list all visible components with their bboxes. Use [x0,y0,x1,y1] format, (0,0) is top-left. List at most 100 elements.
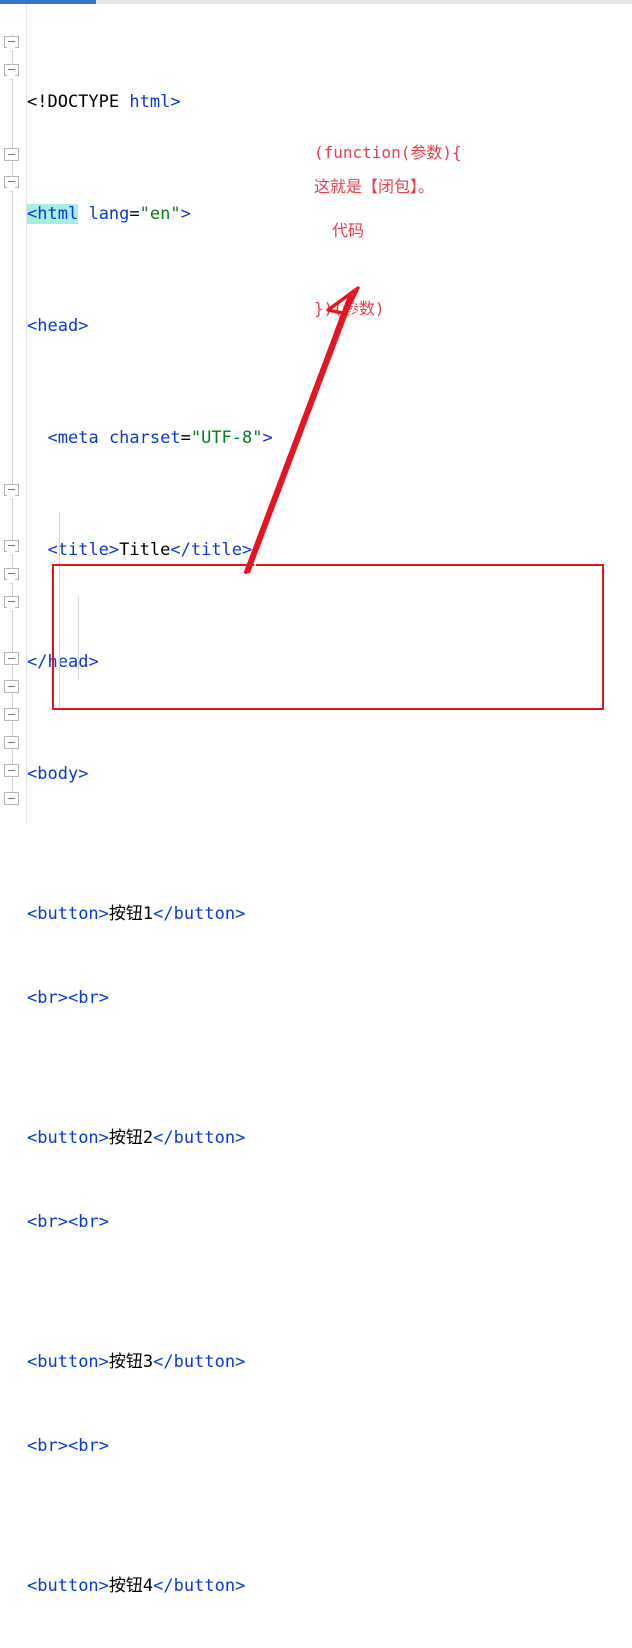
button1-close-end: > [235,904,246,924]
head-open-bracket: < [27,316,38,336]
br2-tag-name: br [78,1436,99,1456]
meta-open-bracket: < [47,428,58,448]
button2-open-close: > [98,1128,109,1148]
annotation-iife-line-3: })(参数) [314,299,385,318]
title-close-tag-name: title [190,540,243,560]
editor-gutter[interactable] [0,4,27,824]
code-line-br-3[interactable]: <br><br> [27,1432,632,1460]
code-line-meta[interactable]: <meta charset="UTF-8"> [27,424,632,452]
html-open-bracket: < [27,204,38,224]
button3-close-end: > [235,1352,246,1372]
fold-marker-listener-close[interactable] [4,652,21,669]
fold-marker-iife[interactable] [4,568,21,585]
title-close-bracket: </ [170,540,191,560]
fold-marker-html[interactable] [4,36,21,53]
title-text: Title [119,540,171,560]
body-open-close: > [78,764,89,784]
button4-tag-name: button [37,1576,99,1596]
title-close-end: > [242,540,253,560]
button2-tag-name: button [37,1128,99,1148]
charset-value: "UTF-8" [190,428,263,448]
head-open-close: > [78,316,89,336]
br-open-bracket: < [27,1436,38,1456]
button3-open-bracket: < [27,1352,38,1372]
code-line-br-2[interactable]: <br><br> [27,1208,632,1236]
button4-close-bracket: </ [153,1576,174,1596]
button1-tag-name: button [37,904,99,924]
head-tag-name: head [37,316,79,336]
fold-marker-body-close[interactable] [4,764,21,781]
button2-open-bracket: < [27,1128,38,1148]
annotation-iife-line-1: (function(参数){ [314,143,462,162]
button3-tag-name: button [37,1352,99,1372]
title-tag-name: title [57,540,109,560]
fold-marker-iife-close[interactable] [4,680,21,697]
button4-close-end: > [235,1576,246,1596]
fold-marker-for-close[interactable] [4,708,21,725]
code-line-head-close[interactable]: </head> [27,648,632,676]
fold-marker-script-close[interactable] [4,736,21,753]
button2-close-tag-name: button [173,1128,236,1148]
fold-marker-html-close[interactable] [4,792,21,809]
doctype-close: > [170,92,181,112]
br2-close: > [98,1212,109,1232]
button1-open-bracket: < [27,904,38,924]
code-line-button-1[interactable]: <button>按钮1</button> [27,900,632,928]
code-line-button-4[interactable]: <button>按钮4</button> [27,1572,632,1600]
fold-marker-listener[interactable] [4,596,21,613]
button3-close-tag-name: button [173,1352,236,1372]
head-close-end: > [88,652,99,672]
code-line-br-1[interactable]: <br><br> [27,984,632,1012]
br2-open-bracket: < [67,1212,79,1232]
html-open-close: > [180,204,191,224]
meta-close: > [262,428,273,448]
fold-marker-body[interactable] [4,176,21,193]
code-line-button-2[interactable]: <button>按钮2</button> [27,1124,632,1152]
title-open-bracket: < [47,540,58,560]
button2-label: 按钮2 [108,1128,154,1148]
button1-close-tag-name: button [173,904,236,924]
button1-close-bracket: </ [153,904,174,924]
button3-open-close: > [98,1352,109,1372]
lang-value: "en" [139,204,181,224]
br-tag-name: br [37,988,58,1008]
br-close: > [57,1436,68,1456]
br-tag-name: br [37,1436,58,1456]
br2-open-bracket: < [67,988,79,1008]
doctype-tag: html [129,92,171,112]
button4-open-bracket: < [27,1576,38,1596]
code-line-title[interactable]: <title>Title</title> [27,536,632,564]
button1-label: 按钮1 [108,904,154,924]
button3-label: 按钮3 [108,1352,154,1372]
indent-guide-1 [59,512,60,708]
br-open-bracket: < [27,988,38,1008]
button3-close-bracket: </ [153,1352,174,1372]
br2-open-bracket: < [67,1436,79,1456]
html-tag-name: html [37,204,79,224]
code-line-button-3[interactable]: <button>按钮3</button> [27,1348,632,1376]
br2-tag-name: br [78,1212,99,1232]
equals: = [180,428,191,448]
button4-close-tag-name: button [173,1576,236,1596]
br2-close: > [98,1436,109,1456]
br-close: > [57,988,68,1008]
meta-tag-name: meta [57,428,99,448]
code-line-body-open[interactable]: <body> [27,760,632,788]
br2-tag-name: br [78,988,99,1008]
charset-attribute: charset [108,428,181,448]
doctype-keyword: <!DOCTYPE [27,92,130,112]
fold-marker-head-close[interactable] [4,148,21,165]
indent-guide-2 [78,596,79,680]
fold-marker-head[interactable] [4,64,21,81]
button4-open-close: > [98,1576,109,1596]
fold-marker-script[interactable] [4,484,21,501]
fold-marker-for[interactable] [4,540,21,557]
br-tag-name: br [37,1212,58,1232]
br2-close: > [98,988,109,1008]
title-open-close: > [108,540,120,560]
annotation-iife-line-2: 代码 [332,221,365,240]
button2-close-bracket: </ [153,1128,174,1148]
body-tag-name: body [37,764,79,784]
